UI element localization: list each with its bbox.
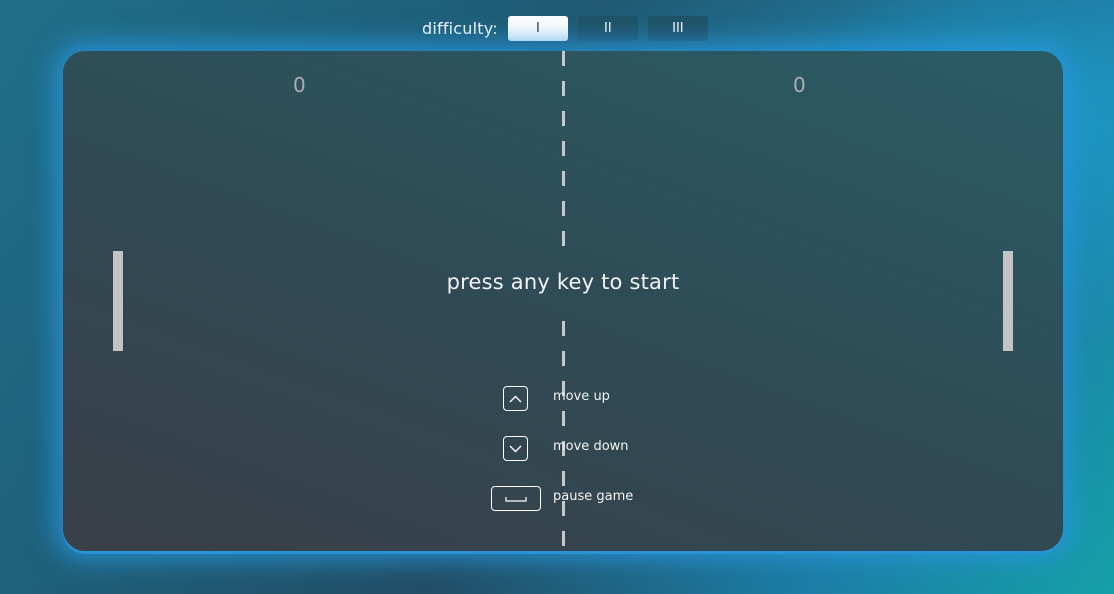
difficulty-1-button[interactable]: I [507, 16, 568, 41]
space-glyph-icon [505, 496, 527, 502]
center-dash [562, 201, 565, 216]
game-board[interactable]: 0 0 press any key to start move up move … [63, 51, 1063, 551]
chevron-up-icon [509, 395, 522, 402]
right-paddle [1003, 251, 1013, 351]
spacebar-key-icon [491, 486, 541, 511]
right-score: 0 [793, 73, 806, 97]
center-dash [562, 471, 565, 486]
difficulty-3-button[interactable]: III [647, 16, 708, 41]
center-dash [562, 111, 565, 126]
center-dash [562, 411, 565, 426]
center-dash [562, 531, 565, 546]
move-down-label: move down [553, 439, 629, 454]
center-dash [562, 141, 565, 156]
difficulty-selector: difficulty: I II III [422, 16, 718, 41]
difficulty-2-button[interactable]: II [577, 16, 638, 41]
center-dash [562, 351, 565, 366]
arrow-down-key-icon [503, 436, 528, 461]
move-up-label: move up [553, 389, 610, 404]
start-message: press any key to start [446, 270, 680, 294]
center-dash [562, 321, 565, 336]
left-score: 0 [293, 73, 306, 97]
center-dash [562, 231, 565, 246]
center-dash [562, 171, 565, 186]
center-dash [562, 81, 565, 96]
difficulty-label: difficulty: [422, 19, 498, 38]
arrow-up-key-icon [503, 386, 528, 411]
chevron-down-icon [509, 445, 522, 452]
center-dash [562, 51, 565, 66]
left-paddle [113, 251, 123, 351]
pause-game-label: pause game [553, 489, 634, 504]
center-line [562, 51, 566, 551]
